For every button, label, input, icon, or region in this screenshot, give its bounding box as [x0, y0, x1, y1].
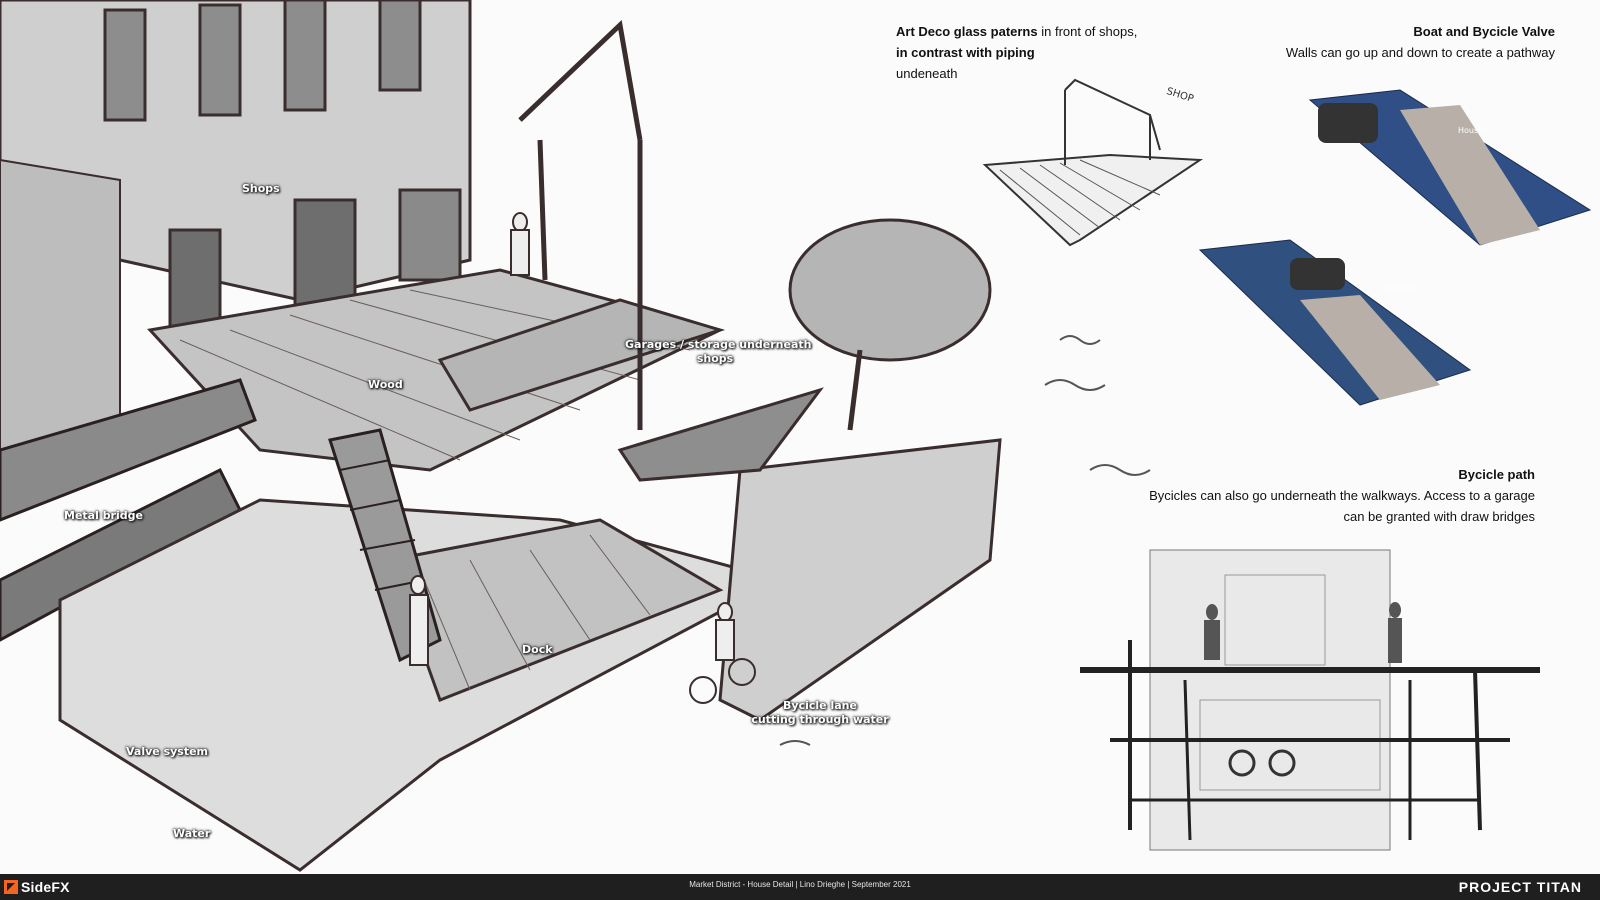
footer-bar: SideFX Market District - House Detail | …: [0, 874, 1600, 900]
note-art-deco-text1: in front of shops,: [1037, 24, 1138, 39]
label-houses-2: Houses: [1387, 284, 1417, 293]
note-bicycle-path: Bycicle path Bycicles can also go undern…: [1100, 464, 1535, 527]
note-boat-valve-title: Boat and Bycicle Valve: [1413, 24, 1555, 39]
note-boat-valve: Boat and Bycicle Valve Walls can go up a…: [1200, 21, 1555, 63]
label-bicycle-lane-line1: Bycicle lane: [783, 699, 857, 712]
note-art-deco-text2: undeneath: [896, 66, 958, 81]
label-garages: Garages / storage underneath shops: [625, 338, 812, 366]
label-water: Water: [173, 827, 211, 840]
label-wood: Wood: [368, 378, 403, 391]
note-bicycle-path-line2: can be granted with draw bridges: [1343, 509, 1535, 524]
label-houses-1: Houses: [1458, 126, 1488, 135]
label-valve-system: Valve system: [126, 745, 209, 758]
note-art-deco-bold1: Art Deco glass paterns: [896, 24, 1038, 39]
concept-sheet: Shops Garages / storage underneath shops…: [0, 0, 1600, 900]
footer-caption: Market District - House Detail | Lino Dr…: [689, 880, 911, 889]
market-district-sketch: [0, 0, 1592, 872]
label-garages-line2: shops: [696, 352, 734, 365]
label-shops: Shops: [242, 182, 280, 195]
label-bicycle-lane-line2: cutting through water: [751, 713, 889, 726]
label-bicycle-lane: Bycicle lane cutting through water: [745, 699, 895, 727]
note-boat-valve-text: Walls can go up and down to create a pat…: [1285, 45, 1555, 60]
note-art-deco: Art Deco glass paterns in front of shops…: [896, 21, 1137, 84]
label-dock: Dock: [522, 643, 553, 656]
label-metal-bridge: Metal bridge: [64, 509, 143, 522]
note-art-deco-bold2: in contrast with piping: [896, 45, 1035, 60]
label-garages-line1: Garages / storage underneath: [625, 338, 812, 351]
note-bicycle-path-line1: Bycicles can also go underneath the walk…: [1149, 488, 1535, 503]
project-title: PROJECT TITAN: [1458, 879, 1582, 895]
note-bicycle-path-title: Bycicle path: [1458, 467, 1535, 482]
